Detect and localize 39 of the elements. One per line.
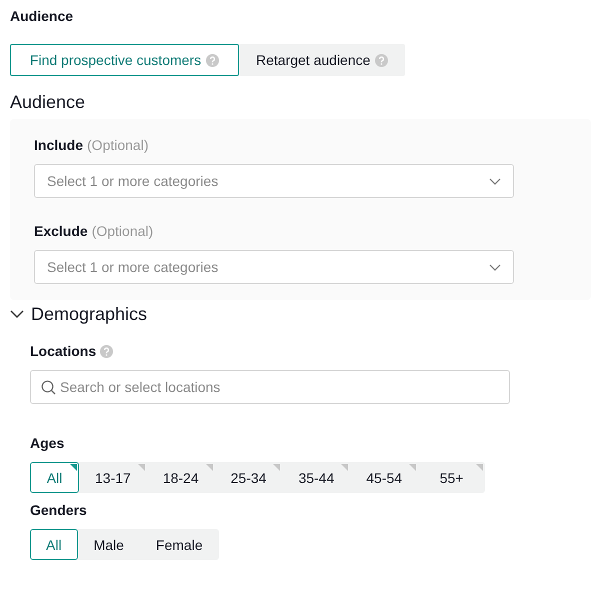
segment-option[interactable]: 35-44 (282, 462, 350, 493)
audience-tab[interactable]: Retarget audience (239, 44, 406, 76)
segment-option[interactable]: All (30, 529, 78, 560)
corner-mark-icon (70, 464, 77, 471)
segment-option[interactable]: 13-17 (79, 462, 147, 493)
section-heading: Audience (10, 91, 86, 114)
chevron-down-icon[interactable] (10, 310, 24, 318)
chevron-down-icon (489, 264, 501, 270)
segment-option[interactable]: All (30, 462, 79, 493)
segment-option[interactable]: 55+ (418, 462, 486, 493)
help-icon (375, 54, 388, 66)
segment-option[interactable]: 18-24 (146, 462, 215, 493)
corner-mark-icon (476, 464, 484, 471)
corner-mark-icon (409, 464, 416, 471)
segment-option[interactable]: Male (78, 529, 140, 560)
segment-option[interactable]: 25-34 (214, 462, 282, 493)
help-icon (100, 344, 114, 358)
corner-mark-icon (273, 464, 280, 471)
placeholder: Select 1 or more categories (47, 259, 218, 275)
field-label: Exclude (34, 222, 88, 240)
search-icon (41, 380, 56, 394)
segment-option[interactable]: Female (140, 529, 219, 560)
field-label: Include (34, 136, 84, 154)
optional-hint: (Optional) (87, 136, 148, 154)
corner-mark-icon (138, 464, 145, 471)
corner-mark-icon (341, 464, 348, 471)
placeholder: Search or select locations (60, 379, 220, 395)
field-label: Genders (30, 501, 87, 519)
optional-hint: (Optional) (92, 222, 154, 240)
section-heading: Demographics (31, 304, 148, 324)
segment-option[interactable]: 45-54 (350, 462, 418, 493)
chevron-down-icon (489, 178, 501, 184)
audience-tab[interactable]: Find prospective customers (10, 44, 239, 76)
field-label: Ages (30, 434, 64, 452)
placeholder: Select 1 or more categories (47, 173, 218, 189)
section-label: Audience (9, 7, 74, 26)
field-label: Locations (30, 342, 96, 360)
help-icon (206, 54, 220, 66)
corner-mark-icon (206, 464, 213, 471)
